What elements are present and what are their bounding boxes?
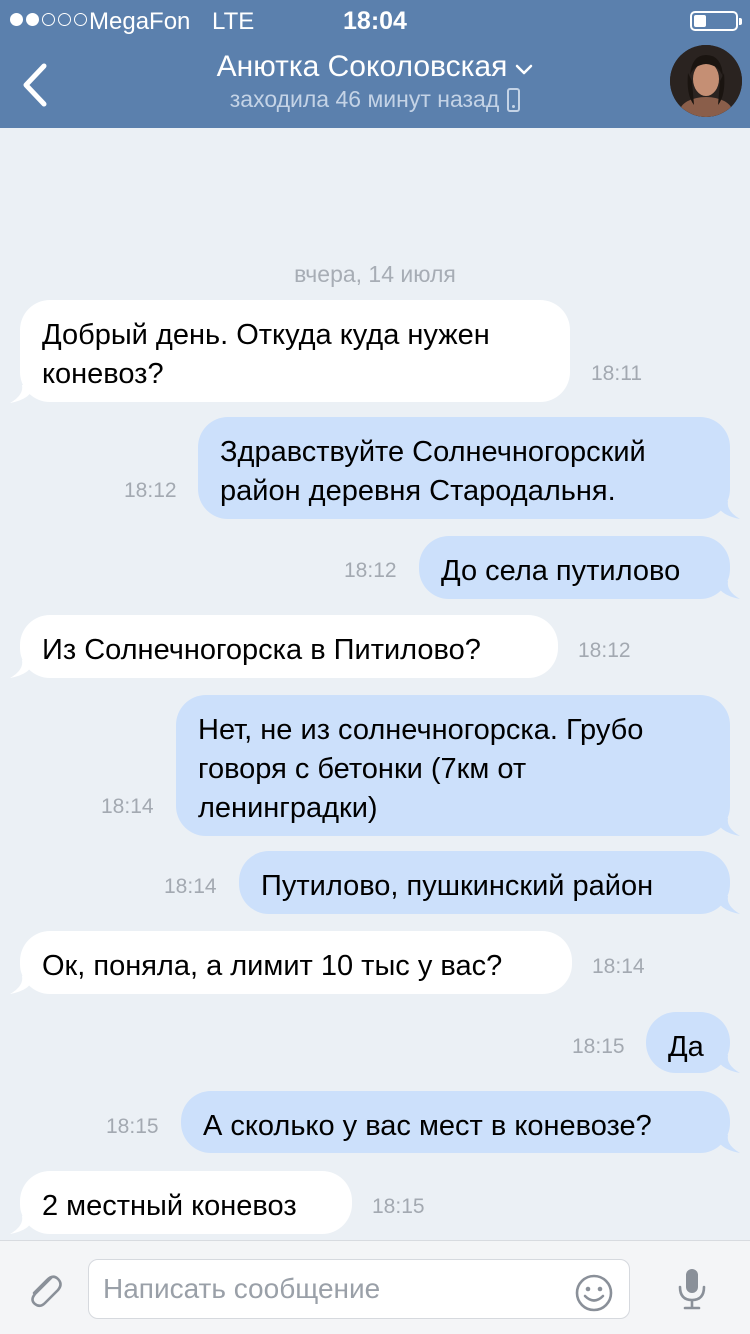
- message-composer: [0, 1240, 750, 1334]
- smiley-icon: [575, 1274, 613, 1312]
- message-text: До села путилово: [419, 536, 730, 599]
- message-text: Путилово, пушкинский район: [239, 851, 730, 914]
- contact-name: Анютка Соколовская: [216, 50, 508, 83]
- emoji-button[interactable]: [574, 1273, 614, 1313]
- message-input[interactable]: [103, 1260, 563, 1318]
- message-time: 18:15: [106, 1115, 159, 1138]
- message-time: 18:12: [124, 479, 177, 502]
- message-time: 18:14: [592, 955, 645, 978]
- battery-icon: [690, 11, 742, 31]
- message-time: 18:14: [164, 875, 217, 898]
- message-time: 18:12: [578, 639, 631, 662]
- message-text: Ок, поняла, а лимит 10 тыс у вас?: [20, 931, 572, 994]
- paperclip-icon: [31, 1275, 62, 1308]
- date-divider: вчера, 14 июля: [294, 261, 456, 287]
- message-time: 18:14: [101, 795, 154, 818]
- message-text: А сколько у вас мест в коневозе?: [181, 1091, 730, 1153]
- message-text: Да: [646, 1012, 730, 1073]
- status-clock: 18:04: [343, 7, 407, 35]
- message-time: 18:15: [572, 1035, 625, 1058]
- chat-title[interactable]: Анютка Соколовская заходила 46 минут наз…: [0, 50, 750, 113]
- avatar[interactable]: [670, 45, 742, 117]
- message-text: 2 местный коневоз: [20, 1171, 352, 1234]
- attach-button[interactable]: [22, 1267, 66, 1311]
- message-list[interactable]: вчера, 14 июля Добрый день. Откуда куда …: [0, 128, 750, 1240]
- message-time: 18:15: [372, 1195, 425, 1218]
- message-input-field[interactable]: [88, 1259, 630, 1319]
- chat-header: MegaFon LTE 18:04 Анютка Соколовская зах…: [0, 0, 750, 128]
- message-text: Из Солнечногорска в Питилово?: [20, 615, 558, 678]
- message-time: 18:11: [591, 362, 642, 385]
- message-text: Здравствуйте Солнечногорский район дерев…: [198, 417, 730, 519]
- message-time: 18:12: [344, 559, 397, 582]
- microphone-icon: [678, 1269, 706, 1310]
- status-bar: MegaFon LTE 18:04: [0, 0, 750, 40]
- voice-message-button[interactable]: [672, 1265, 712, 1315]
- message-text: Нет, не из солнечногорска. Грубо говоря …: [176, 695, 730, 836]
- message-text: Добрый день. Откуда куда нужен коневоз?: [20, 300, 570, 402]
- last-seen-status: заходила 46 минут назад: [229, 86, 500, 112]
- chevron-down-icon: [515, 50, 533, 84]
- mobile-phone-icon: [507, 87, 521, 112]
